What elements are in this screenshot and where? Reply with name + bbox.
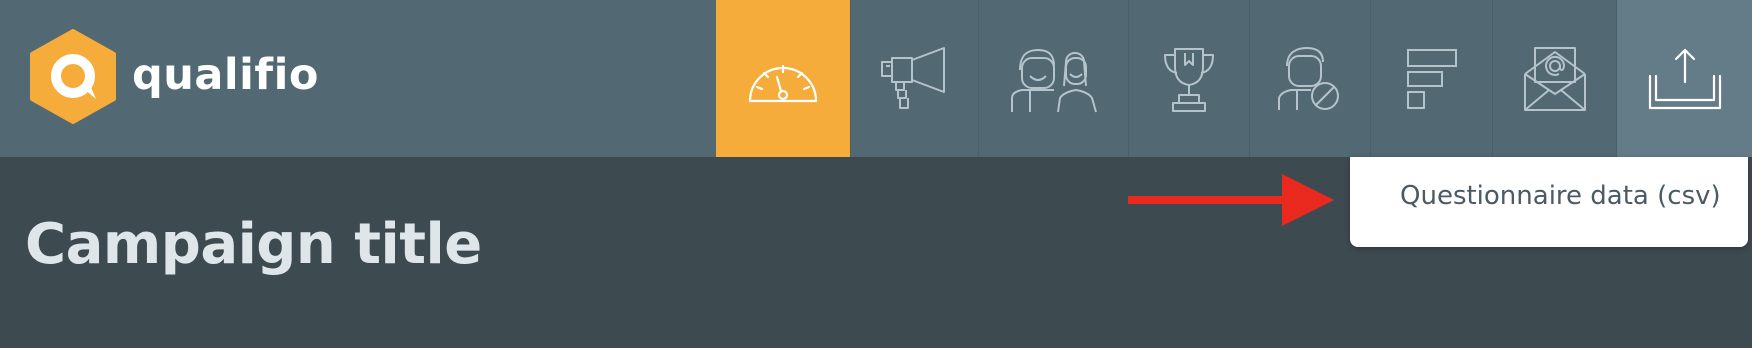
top-navigation-bar: qualifio: [0, 0, 1752, 157]
nav-item-dashboard[interactable]: [716, 0, 850, 157]
export-dropdown-menu: Questionnaire data (csv): [1350, 157, 1748, 247]
trophy-icon: [1164, 47, 1214, 112]
nav-item-statistics[interactable]: [1370, 0, 1492, 157]
qualifio-logo[interactable]: qualifio: [30, 29, 319, 124]
nav-item-participants[interactable]: [978, 0, 1128, 157]
export-upload-icon: [1648, 48, 1721, 109]
nav-item-blacklist[interactable]: [1249, 0, 1370, 157]
brand-name: qualifio: [132, 49, 319, 100]
nav-item-prizes[interactable]: [1128, 0, 1249, 157]
main-nav: [716, 0, 1752, 157]
nav-item-campaigns[interactable]: [850, 0, 978, 157]
qualifio-logo-icon: [30, 29, 116, 124]
email-icon: [1523, 46, 1586, 111]
export-menu-item-questionnaire-csv[interactable]: Questionnaire data (csv): [1400, 181, 1721, 211]
blocked-user-icon: [1278, 46, 1339, 110]
bar-chart-icon: [1406, 48, 1457, 109]
dashboard-gauge-icon: [748, 64, 818, 102]
nav-item-emailing[interactable]: [1492, 0, 1616, 157]
nav-item-export[interactable]: [1616, 0, 1752, 157]
page-title: Campaign title: [25, 212, 482, 277]
participants-icon: [1010, 48, 1097, 112]
megaphone-icon: [880, 46, 945, 109]
red-arrow-annotation: [1128, 174, 1334, 226]
